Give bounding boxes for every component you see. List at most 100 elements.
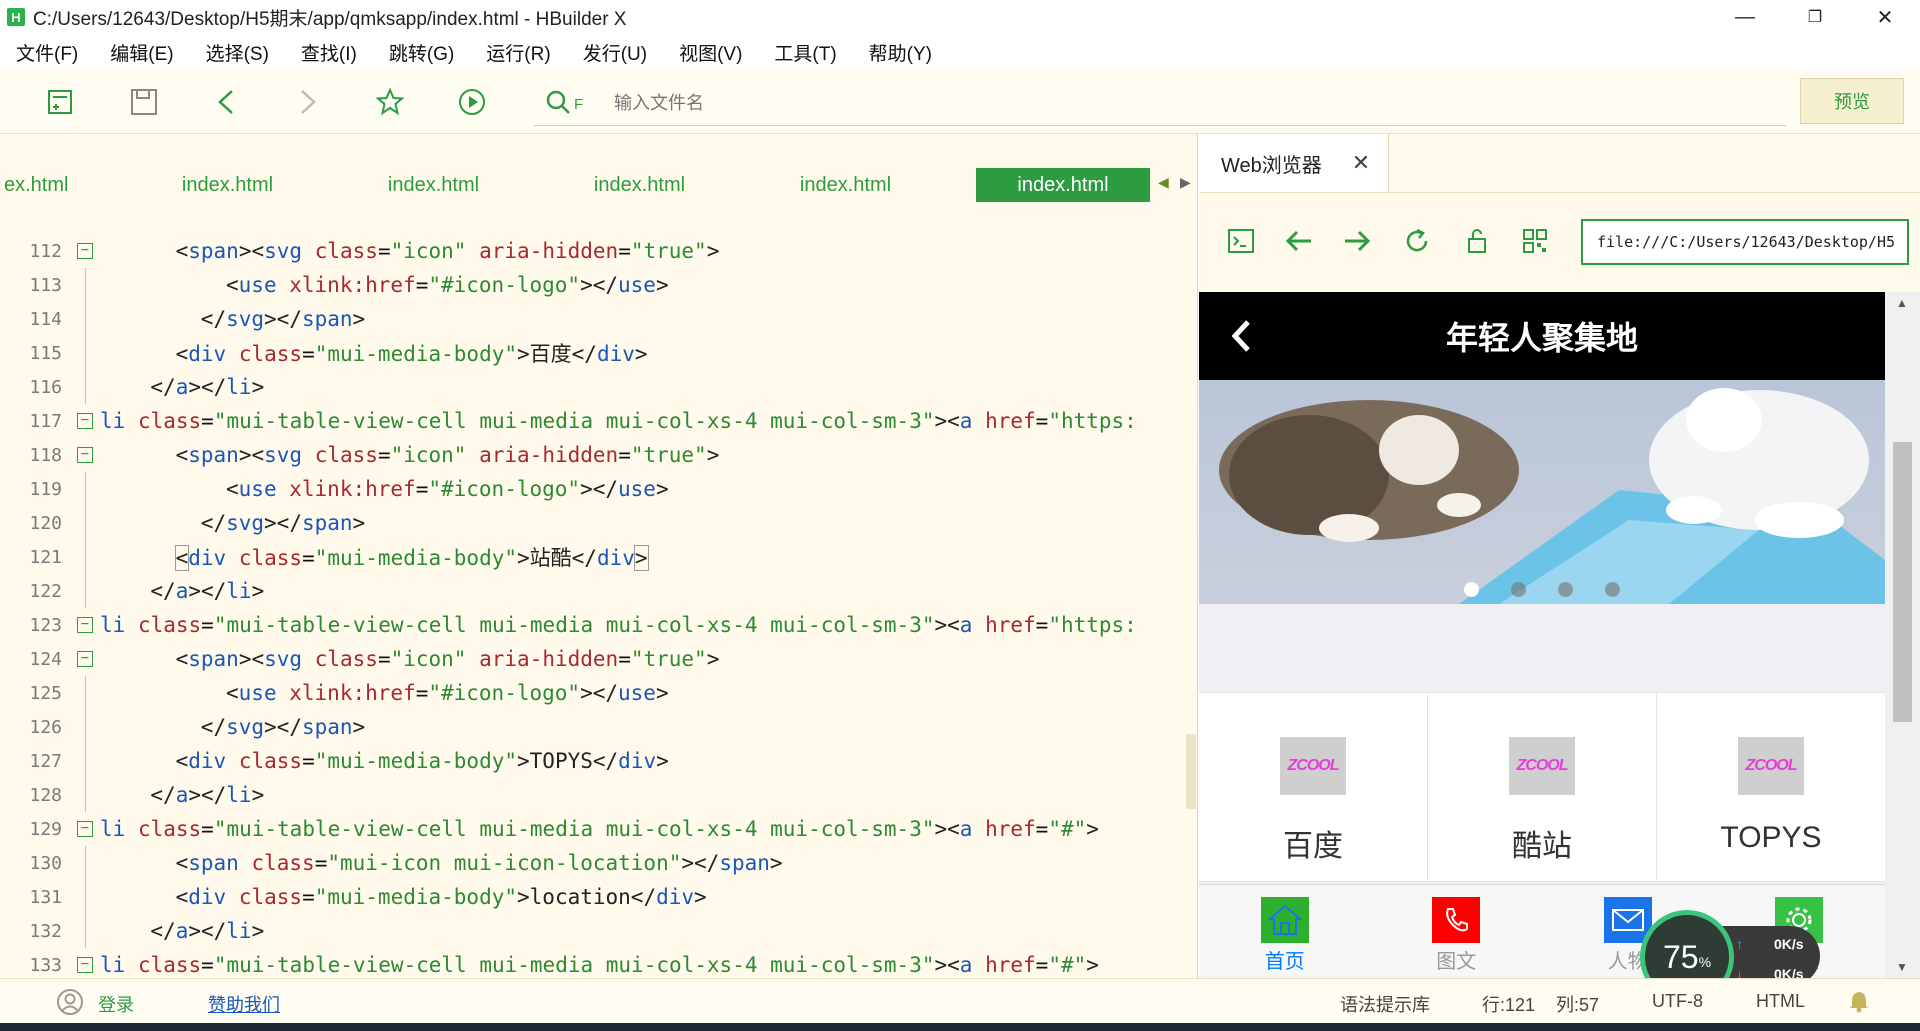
grid-cell[interactable]: ZCOOL 酷站: [1428, 693, 1657, 881]
code-line[interactable]: 123− li class="mui-table-view-cell mui-me…: [0, 608, 1190, 642]
run-icon[interactable]: [456, 86, 488, 118]
code-line[interactable]: 112− <span><svg class="icon" aria-hidden=…: [0, 234, 1190, 268]
url-field[interactable]: file:///C:/Users/12643/Desktop/H5: [1581, 219, 1909, 265]
console-icon[interactable]: [1223, 223, 1259, 259]
login-link[interactable]: 登录: [98, 991, 134, 1017]
restore-button[interactable]: ❐: [1780, 0, 1850, 34]
banner-dot[interactable]: [1605, 582, 1620, 597]
code-text: <span><svg class="icon" aria-hidden="tru…: [175, 647, 720, 671]
code-line[interactable]: 122 </a></li>: [0, 574, 1190, 608]
forward-icon[interactable]: [292, 86, 324, 118]
user-avatar-icon[interactable]: [56, 988, 84, 1021]
banner-dot[interactable]: [1558, 582, 1573, 597]
banner-slider[interactable]: [1199, 380, 1885, 604]
grid-cell[interactable]: ZCOOL TOPYS: [1657, 693, 1885, 881]
browser-back-icon[interactable]: [1281, 223, 1317, 259]
code-line[interactable]: 128 </a></li>: [0, 778, 1190, 812]
tab-file[interactable]: index.html: [582, 168, 697, 202]
tab-scroll-right-icon[interactable]: ▶: [1180, 174, 1191, 191]
tabbar-item-home[interactable]: 首页: [1199, 885, 1371, 978]
save-icon[interactable]: [128, 86, 160, 118]
code-line[interactable]: 132 </a></li>: [0, 914, 1190, 948]
file-search-input[interactable]: [614, 93, 1214, 114]
editor-scroll-thumb[interactable]: [1186, 734, 1196, 809]
fold-toggle-icon[interactable]: −: [77, 447, 93, 463]
tab-file[interactable]: index.html: [170, 168, 285, 202]
code-text: <div class="mui-media-body">location</di…: [175, 885, 707, 909]
preview-scroll-thumb[interactable]: [1893, 442, 1912, 722]
tabbar-item-graphic[interactable]: 图文: [1371, 885, 1543, 978]
encoding-selector[interactable]: UTF-8: [1652, 991, 1703, 1012]
code-line[interactable]: 129− li class="mui-table-view-cell mui-me…: [0, 812, 1190, 846]
notification-bell-icon[interactable]: [1848, 989, 1870, 1018]
new-file-icon[interactable]: [45, 86, 77, 118]
code-line[interactable]: 131 <div class="mui-media-body">location<…: [0, 880, 1190, 914]
code-line[interactable]: 121 <div class="mui-media-body">站酷</div>: [0, 540, 1190, 574]
fold-toggle-icon[interactable]: −: [77, 651, 93, 667]
browser-tab[interactable]: Web浏览器 ✕: [1199, 134, 1389, 192]
grid-cell[interactable]: ZCOOL 百度: [1199, 693, 1428, 881]
menu-publish[interactable]: 发行(U): [583, 39, 647, 66]
menu-edit[interactable]: 编辑(E): [110, 39, 173, 66]
minimize-button[interactable]: —: [1710, 0, 1780, 34]
tab-file[interactable]: index.html: [788, 168, 903, 202]
syntax-library-button[interactable]: 语法提示库: [1340, 991, 1430, 1017]
fold-toggle-icon[interactable]: −: [77, 243, 93, 259]
close-button[interactable]: ✕: [1850, 0, 1920, 34]
menu-tools[interactable]: 工具(T): [774, 39, 836, 66]
scroll-up-icon[interactable]: ▲: [1896, 296, 1908, 310]
fold-toggle-icon[interactable]: −: [77, 957, 93, 973]
line-number: 117: [29, 410, 62, 432]
fold-toggle-icon[interactable]: −: [77, 821, 93, 837]
lock-icon[interactable]: [1459, 223, 1495, 259]
sponsor-link[interactable]: 赞助我们: [208, 991, 280, 1017]
line-number: 130: [29, 852, 62, 874]
preview-button[interactable]: 预览: [1800, 78, 1904, 124]
code-line[interactable]: 125 <use xlink:href="#icon-logo"></use>: [0, 676, 1190, 710]
code-line[interactable]: 127 <div class="mui-media-body">TOPYS</di…: [0, 744, 1190, 778]
editor-scrollbar[interactable]: [1186, 234, 1196, 934]
line-number: 125: [29, 682, 62, 704]
refresh-icon[interactable]: [1399, 223, 1435, 259]
fold-toggle-icon[interactable]: −: [77, 413, 93, 429]
code-line[interactable]: 130 <span class="mui-icon mui-icon-locati…: [0, 846, 1190, 880]
menu-goto[interactable]: 跳转(G): [389, 39, 454, 66]
banner-dot[interactable]: [1511, 582, 1526, 597]
code-line[interactable]: 114 </svg></span>: [0, 302, 1190, 336]
line-number: 116: [29, 376, 62, 398]
banner-dot[interactable]: [1464, 582, 1479, 597]
line-number: 133: [29, 954, 62, 976]
code-line[interactable]: 133− li class="mui-table-view-cell mui-me…: [0, 948, 1190, 978]
star-icon[interactable]: [374, 86, 406, 118]
menu-select[interactable]: 选择(S): [206, 39, 269, 66]
preview-scrollbar[interactable]: ▲ ▼: [1885, 292, 1920, 978]
code-line[interactable]: 126 </svg></span>: [0, 710, 1190, 744]
back-icon[interactable]: [210, 86, 242, 118]
code-line[interactable]: 119 <use xlink:href="#icon-logo"></use>: [0, 472, 1190, 506]
menu-file[interactable]: 文件(F): [16, 39, 78, 66]
browser-tab-close-icon[interactable]: ✕: [1352, 150, 1370, 176]
qrcode-icon[interactable]: [1517, 223, 1553, 259]
fold-toggle-icon[interactable]: −: [77, 617, 93, 633]
tab-file-active[interactable]: index.html: [976, 168, 1150, 202]
menu-run[interactable]: 运行(R): [486, 39, 550, 66]
code-line[interactable]: 113 <use xlink:href="#icon-logo"></use>: [0, 268, 1190, 302]
back-chevron-icon[interactable]: [1229, 318, 1253, 362]
code-line[interactable]: 124− <span><svg class="icon" aria-hidden=…: [0, 642, 1190, 676]
code-line[interactable]: 116 </a></li>: [0, 370, 1190, 404]
scroll-down-icon[interactable]: ▼: [1896, 960, 1908, 974]
line-number: 123: [29, 614, 62, 636]
code-area[interactable]: 112− <span><svg class="icon" aria-hidden=…: [0, 234, 1190, 978]
tab-file[interactable]: ex.html: [0, 168, 100, 202]
tab-scroll-left-icon[interactable]: ◀: [1158, 174, 1169, 191]
tab-file[interactable]: index.html: [376, 168, 491, 202]
code-line[interactable]: 115 <div class="mui-media-body">百度</div>: [0, 336, 1190, 370]
language-mode[interactable]: HTML: [1756, 991, 1805, 1012]
code-line[interactable]: 120 </svg></span>: [0, 506, 1190, 540]
menu-view[interactable]: 视图(V): [679, 39, 742, 66]
code-line[interactable]: 117− li class="mui-table-view-cell mui-me…: [0, 404, 1190, 438]
browser-forward-icon[interactable]: [1339, 223, 1375, 259]
code-line[interactable]: 118− <span><svg class="icon" aria-hidden=…: [0, 438, 1190, 472]
menu-find[interactable]: 查找(I): [301, 39, 357, 66]
menu-help[interactable]: 帮助(Y): [869, 39, 932, 66]
